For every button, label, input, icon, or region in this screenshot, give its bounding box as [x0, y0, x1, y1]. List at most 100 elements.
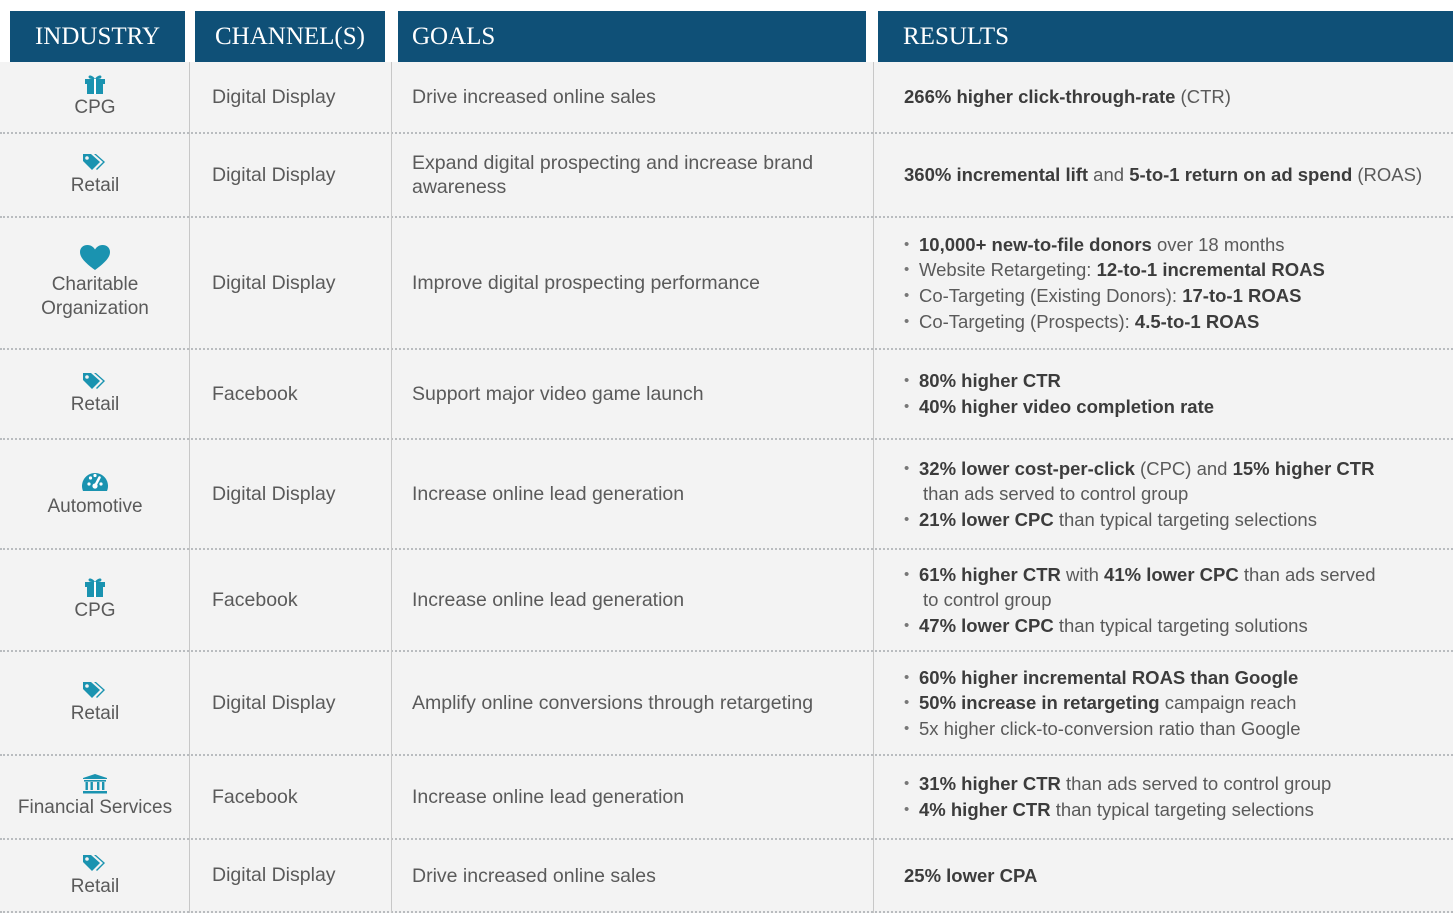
industry-cell: Financial Services: [0, 756, 190, 838]
result-highlight: 40% higher video completion rate: [919, 396, 1215, 417]
result-item: 50% increase in retargeting campaign rea…: [904, 690, 1453, 716]
result-highlight: 80% higher CTR: [919, 370, 1061, 392]
industry-cell: Automotive: [0, 440, 190, 548]
channel-label: Facebook: [212, 382, 298, 405]
results-cell: 32% lower cost-per-click (CPC) and 15% h…: [904, 440, 1453, 548]
goal-label: Improve digital prospecting performance: [412, 272, 760, 294]
result-highlight: 4.5-to-1 ROAS: [1134, 310, 1260, 332]
table-row: CPG Digital Display Drive increased online…: [0, 62, 1453, 134]
channel-cell: Facebook: [212, 550, 390, 650]
result-highlight: 266% higher click-through-rate: [904, 86, 1176, 108]
result-item: 21% lower CPC than typical targeting sel…: [904, 507, 1453, 533]
channel-cell: Facebook: [212, 756, 390, 838]
result-text: than typical targeting solutions: [1053, 614, 1308, 636]
result-item: 360% incremental lift and 5-to-1 return …: [904, 162, 1453, 188]
bank-icon: [82, 774, 108, 796]
result-text: to control group: [923, 589, 1052, 611]
tag-icon: [82, 371, 108, 393]
result-highlight: 47% lower CPC: [919, 614, 1054, 636]
result-highlight: 41% lower CPC: [1104, 563, 1239, 585]
industry-cell: Charitable Organization: [0, 218, 190, 348]
results-cell: 10,000+ new-to-file donors over 18 month…: [904, 218, 1453, 348]
result-text: than ads served to control group: [1060, 773, 1332, 795]
channel-label: Digital Display: [212, 691, 336, 714]
result-highlight: 25% lower CPA: [904, 864, 1038, 886]
table-row: Automotive Digital Display Increase online…: [0, 440, 1453, 550]
industry-cell: Retail: [0, 350, 190, 438]
goal-cell: Drive increased online sales: [412, 62, 862, 132]
channel-cell: Digital Display: [212, 440, 390, 548]
goal-cell: Support major video game launch: [412, 350, 862, 438]
result-text: (CTR): [1175, 86, 1231, 108]
result-item: Co-Targeting (Prospects): 4.5-to-1 ROAS: [904, 309, 1453, 335]
channel-label: Facebook: [212, 785, 298, 808]
result-highlight: 4% higher CTR: [919, 799, 1051, 820]
channel-label: Digital Display: [212, 271, 336, 294]
tag-icon: [82, 853, 108, 875]
industry-cell: CPG: [0, 550, 190, 650]
result-text: Website Retargeting:: [919, 259, 1097, 281]
result-highlight: 31% higher CTR: [919, 773, 1061, 795]
goal-cell: Increase online lead generation: [412, 440, 862, 548]
channel-label: Digital Display: [212, 482, 336, 505]
result-item: 32% lower cost-per-click (CPC) and 15% h…: [904, 456, 1453, 507]
header-channels: CHANNEL(S): [195, 11, 385, 62]
result-text: Co-Targeting (Prospects):: [919, 310, 1135, 332]
goal-label: Increase online lead generation: [412, 786, 685, 808]
channel-label: Digital Display: [212, 85, 336, 108]
goal-cell: Improve digital prospecting performance: [412, 218, 862, 348]
goal-cell: Amplify online conversions through retar…: [412, 652, 862, 754]
industry-cell: Retail: [0, 652, 190, 754]
result-highlight: 10,000+ new-to-file donors: [919, 233, 1152, 255]
result-text: (CPC) and: [1134, 457, 1233, 479]
goal-label: Support major video game launch: [412, 383, 704, 405]
result-highlight: 5-to-1 return on ad spend: [1129, 164, 1353, 186]
channel-cell: Digital Display: [212, 840, 390, 911]
header-industry: INDUSTRY: [10, 11, 185, 62]
table-row: CPG Facebook Increase online lead generati…: [0, 550, 1453, 652]
result-item: 47% lower CPC than typical targeting sol…: [904, 613, 1453, 639]
result-highlight: 15% higher CTR: [1232, 457, 1375, 479]
column-divider: [189, 62, 190, 913]
goal-cell: Increase online lead generation: [412, 756, 862, 838]
industry-label: Retail: [70, 394, 120, 415]
tag-icon: [82, 680, 108, 702]
result-item: 60% higher incremental ROAS than Google: [904, 665, 1453, 691]
result-text: than ads served to control group: [923, 483, 1189, 505]
industry-label: Retail: [70, 175, 120, 196]
table-row: Financial Services Facebook Increase onlin…: [0, 756, 1453, 840]
results-cell: 360% incremental lift and 5-to-1 return …: [904, 134, 1453, 216]
table-row: Retail Digital Display Drive increased onl…: [0, 840, 1453, 913]
column-divider: [873, 62, 874, 913]
goal-label: Increase online lead generation: [412, 589, 685, 611]
result-highlight: 21% lower CPC: [919, 508, 1054, 530]
results-cell: 266% higher click-through-rate (CTR): [904, 62, 1453, 132]
goal-label: Expand digital prospecting and increase …: [412, 152, 814, 198]
channel-label: Facebook: [212, 588, 298, 611]
channel-cell: Digital Display: [212, 652, 390, 754]
table-row: Retail Digital Display Amplify online conv…: [0, 652, 1453, 756]
channel-cell: Digital Display: [212, 218, 390, 348]
result-item: 80% higher CTR: [904, 368, 1453, 394]
results-cell: 31% higher CTR than ads served to contro…: [904, 756, 1453, 838]
table-row: Retail Facebook Support major video game l…: [0, 350, 1453, 440]
result-highlight: 32% lower cost-per-click: [919, 457, 1135, 479]
result-highlight: 12-to-1 incremental ROAS: [1096, 259, 1325, 281]
result-item: 5x higher click-to-conversion ratio than…: [904, 716, 1453, 742]
result-highlight: 61% higher CTR: [919, 563, 1061, 585]
result-text: than typical targeting selections: [1053, 508, 1317, 530]
result-text: than ads served: [1238, 563, 1376, 585]
result-text: over 18 months: [1151, 233, 1285, 255]
gift-icon: [84, 577, 106, 599]
result-text: (ROAS): [1352, 164, 1423, 186]
channel-label: Digital Display: [212, 163, 336, 186]
industry-cell: Retail: [0, 840, 190, 911]
result-text: Co-Targeting (Existing Donors):: [919, 285, 1183, 306]
industry-label: Retail: [70, 875, 120, 897]
industry-cell: CPG: [0, 62, 190, 132]
results-cell: 80% higher CTR 40% higher video completio…: [904, 350, 1453, 438]
result-item: Website Retargeting: 12-to-1 incremental…: [904, 257, 1453, 283]
result-item: 31% higher CTR than ads served to contro…: [904, 771, 1453, 797]
channel-cell: Digital Display: [212, 62, 390, 132]
channel-cell: Facebook: [212, 350, 390, 438]
